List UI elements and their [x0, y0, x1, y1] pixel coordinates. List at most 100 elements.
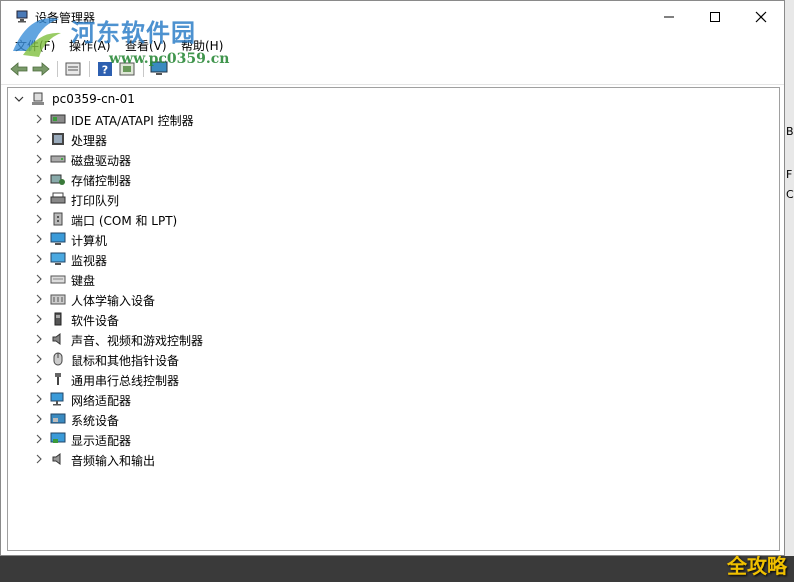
tree-item-label: 人体学输入设备	[71, 294, 156, 308]
menu-file[interactable]: 文件(F)	[15, 37, 55, 54]
tree-item[interactable]: IDE ATA/ATAPI 控制器	[8, 109, 768, 129]
toolbar-separator	[143, 61, 144, 77]
chevron-down-icon[interactable]	[13, 93, 25, 105]
chevron-right-icon[interactable]	[33, 173, 45, 185]
menu-bar: 文件(F) 操作(A) 查看(V) 帮助(H)	[1, 34, 784, 56]
tree-item[interactable]: 声音、视频和游戏控制器	[8, 329, 768, 349]
chevron-right-icon[interactable]	[33, 113, 45, 125]
display-adapter-icon	[50, 432, 66, 443]
chevron-right-icon[interactable]	[33, 213, 45, 225]
ide-controller-icon	[50, 114, 66, 124]
disk-drive-icon	[50, 155, 66, 163]
title-bar[interactable]: 设备管理器	[1, 1, 784, 33]
chevron-right-icon[interactable]	[33, 193, 45, 205]
background-right: B F C	[785, 0, 794, 582]
tree-item[interactable]: 鼠标和其他指针设备	[8, 349, 768, 369]
tree-item[interactable]: 软件设备	[8, 309, 768, 329]
chevron-right-icon[interactable]	[33, 273, 45, 285]
tree-item-label: 处理器	[71, 134, 108, 148]
tree-item-label: 鼠标和其他指针设备	[71, 354, 180, 368]
chevron-right-icon[interactable]	[33, 153, 45, 165]
maximize-button[interactable]	[692, 1, 738, 33]
chevron-right-icon[interactable]	[33, 333, 45, 345]
chevron-right-icon[interactable]	[33, 293, 45, 305]
properties-button[interactable]	[63, 60, 83, 78]
tree-item[interactable]: 存储控制器	[8, 169, 768, 189]
device-manager-window: 设备管理器 文件(F) 操作(A) 查看(V) 帮助(H) ? 河东软件园 ww…	[0, 0, 785, 556]
chevron-right-icon[interactable]	[33, 253, 45, 265]
tree-root[interactable]: pc0359-cn-01	[8, 89, 768, 109]
menu-action[interactable]: 操作(A)	[69, 37, 111, 54]
help-button[interactable]: ?	[95, 60, 115, 78]
forward-arrow-icon	[32, 62, 50, 76]
printer-icon	[50, 192, 66, 204]
chevron-right-icon[interactable]	[33, 413, 45, 425]
toolbar-separator	[57, 61, 58, 77]
tree-item[interactable]: 键盘	[8, 269, 768, 289]
tree-item-label: 键盘	[71, 274, 96, 288]
tree-item-label: 打印队列	[71, 194, 120, 208]
tree-item[interactable]: 打印队列	[8, 189, 768, 209]
scan-hardware-button[interactable]	[149, 60, 169, 78]
tree-item[interactable]: 显示适配器	[8, 429, 768, 449]
minimize-button[interactable]	[646, 1, 692, 33]
tree-item-label: 显示适配器	[71, 434, 132, 448]
help-icon: ?	[98, 62, 112, 77]
chevron-right-icon[interactable]	[33, 133, 45, 145]
processor-icon	[52, 133, 64, 145]
usb-icon	[55, 373, 61, 385]
device-manager-icon	[16, 10, 28, 23]
menu-view[interactable]: 查看(V)	[125, 37, 167, 54]
tree-item-label: 软件设备	[71, 314, 120, 328]
close-icon	[755, 11, 767, 23]
chevron-right-icon[interactable]	[33, 313, 45, 325]
system-device-icon	[50, 413, 66, 424]
toolbar-separator	[89, 61, 90, 77]
sound-icon	[52, 333, 61, 345]
device-tree[interactable]: pc0359-cn-01 IDE ATA/ATAPI 控制器 处理器磁盘驱动器存储…	[7, 87, 780, 551]
monitor-icon	[50, 252, 66, 265]
tree-item[interactable]: 音频输入和输出	[8, 449, 768, 469]
tree-item[interactable]: 磁盘驱动器	[8, 149, 768, 169]
tree-item-label: 通用串行总线控制器	[71, 374, 180, 388]
chevron-right-icon[interactable]	[33, 453, 45, 465]
tree-item[interactable]: 系统设备	[8, 409, 768, 429]
chevron-right-icon[interactable]	[33, 373, 45, 385]
forward-button[interactable]	[31, 60, 51, 78]
tree-item[interactable]: 网络适配器	[8, 389, 768, 409]
tree-item-label: 磁盘驱动器	[71, 154, 132, 168]
tree-item-label: 声音、视频和游戏控制器	[71, 334, 204, 348]
back-button[interactable]	[9, 60, 29, 78]
chevron-right-icon[interactable]	[33, 353, 45, 365]
tree-item[interactable]: 处理器	[8, 129, 768, 149]
chevron-right-icon[interactable]	[33, 433, 45, 445]
chevron-right-icon[interactable]	[33, 393, 45, 405]
mouse-icon	[53, 352, 63, 366]
menu-help[interactable]: 帮助(H)	[181, 37, 223, 54]
tree-item-label: 计算机	[71, 234, 108, 248]
tree-item-label: 存储控制器	[71, 174, 132, 188]
properties-icon	[65, 62, 81, 76]
tree-item-label: 端口 (COM 和 LPT)	[71, 214, 178, 228]
tree-item[interactable]: 通用串行总线控制器	[8, 369, 768, 389]
corner-badge: 全攻略	[727, 553, 787, 578]
toolbar: ?	[1, 56, 784, 85]
window-title: 设备管理器	[35, 11, 96, 25]
tree-item[interactable]: 监视器	[8, 249, 768, 269]
tree-item-label: 系统设备	[71, 414, 120, 428]
chevron-right-icon[interactable]	[33, 233, 45, 245]
tree-item-label: 监视器	[71, 254, 108, 268]
tree-root-label: pc0359-cn-01	[52, 92, 135, 106]
tree-item[interactable]: 人体学输入设备	[8, 289, 768, 309]
software-device-icon	[54, 312, 62, 326]
tree-item[interactable]: 计算机	[8, 229, 768, 249]
tree-item-label: 网络适配器	[71, 394, 132, 408]
update-driver-button[interactable]	[117, 60, 137, 78]
close-button[interactable]	[738, 1, 784, 33]
computer-icon	[50, 232, 66, 245]
audio-io-icon	[52, 453, 61, 465]
update-driver-icon	[119, 62, 135, 76]
tree-item[interactable]: 端口 (COM 和 LPT)	[8, 209, 768, 229]
minimize-icon	[664, 16, 674, 18]
tree-item-label: IDE ATA/ATAPI 控制器	[71, 114, 194, 128]
